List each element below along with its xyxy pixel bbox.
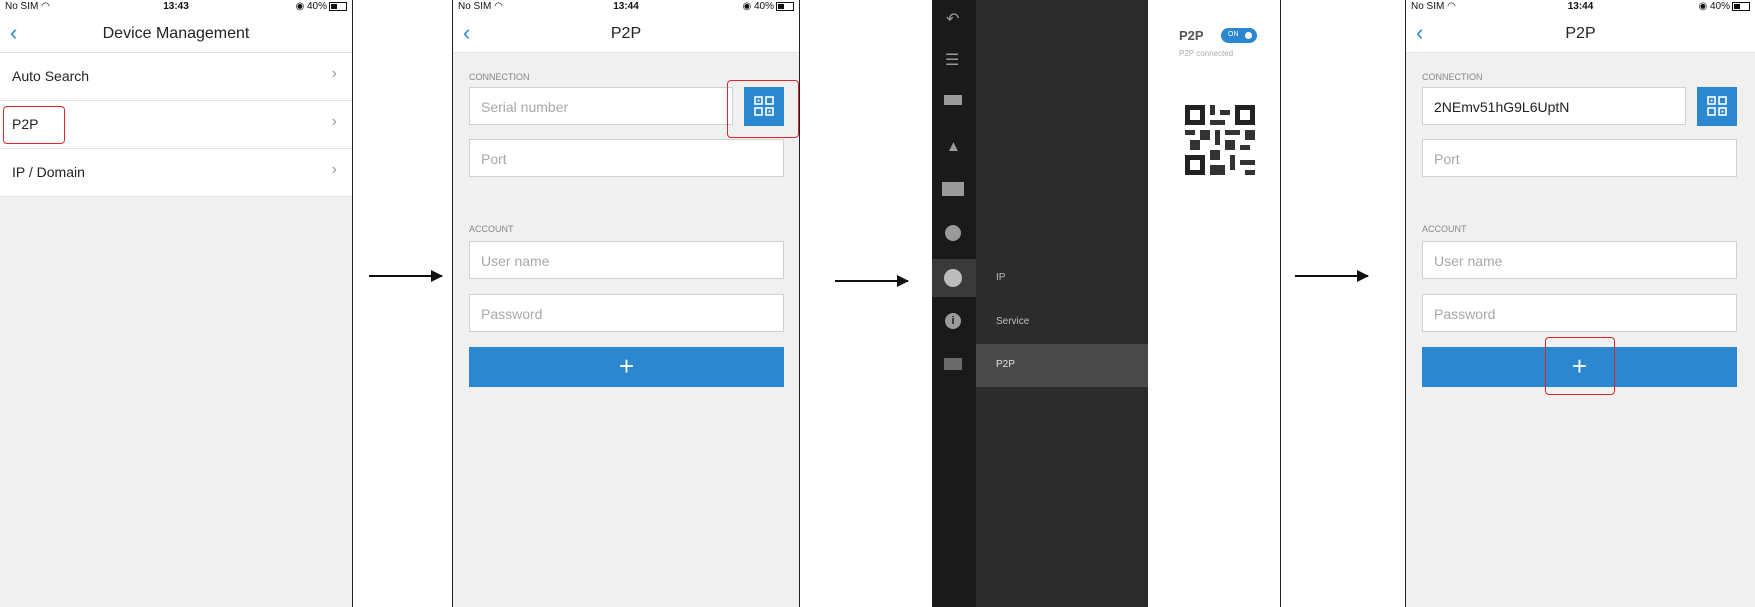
chevron-right-icon: › — [331, 65, 337, 82]
password-placeholder: Password — [481, 306, 543, 322]
password-placeholder: Password — [1434, 306, 1496, 322]
page-title: P2P — [610, 25, 642, 42]
scan-qr-button[interactable] — [1697, 87, 1737, 126]
undo-icon[interactable]: ↶ — [946, 9, 959, 29]
highlight-box-p2p — [3, 106, 65, 144]
nav-bar: ‹ P2P — [453, 16, 799, 53]
page-title: P2P — [1565, 25, 1596, 42]
list-item-ip-domain[interactable]: IP / Domain › — [0, 149, 352, 197]
qr-code-icon — [1707, 96, 1727, 116]
serial-number-field[interactable]: 2NEmv51hG9L6UptN — [1422, 87, 1686, 125]
username-placeholder: User name — [481, 253, 550, 269]
camera-icon[interactable] — [944, 95, 962, 105]
username-placeholder: User name — [1434, 253, 1503, 269]
screen-device-p2p-settings: ↶ ☰ ▲ i IP Service P2P P2P ON P2P connec… — [932, 0, 1281, 607]
toggle-knob — [1245, 32, 1252, 39]
list-item-label: IP / Domain — [12, 164, 85, 180]
chevron-right-icon: › — [331, 161, 337, 178]
orientation-lock-icon: ◉ — [295, 1, 305, 12]
highlight-box-qr — [727, 80, 799, 138]
info-icon[interactable]: i — [945, 313, 961, 329]
maintenance-icon[interactable] — [944, 358, 962, 370]
orientation-lock-icon: ◉ — [1698, 1, 1708, 12]
nav-bar: ‹ Device Management — [0, 16, 352, 53]
screen-p2p-empty: No SIM ◠ 13:44 ◉ 40% ‹ P2P CONNECTION Se… — [452, 0, 800, 607]
submenu-item-label: P2P — [996, 359, 1015, 370]
serial-number-field[interactable]: Serial number — [469, 87, 733, 125]
status-bar: No SIM ◠ 13:44 ◉ 40% — [1406, 0, 1755, 14]
port-placeholder: Port — [1434, 151, 1460, 167]
serial-number-value: 2NEmv51hG9L6UptN — [1434, 99, 1570, 115]
battery-indicator: ◉ 40% — [1698, 1, 1750, 12]
submenu-item-p2p-selected[interactable]: P2P — [976, 344, 1148, 387]
p2p-heading: P2P — [1179, 28, 1204, 43]
battery-indicator: ◉ 40% — [295, 1, 347, 12]
port-field[interactable]: Port — [469, 139, 784, 177]
p2p-qr-code-image — [1185, 105, 1255, 175]
port-field[interactable]: Port — [1422, 139, 1737, 177]
p2p-toggle[interactable]: ON — [1221, 28, 1257, 43]
highlight-box-add — [1545, 337, 1615, 395]
flow-arrow — [1295, 270, 1369, 282]
list-item-label: Auto Search — [12, 68, 90, 84]
screen-device-management: No SIM ◠ 13:43 ◉ 40% ‹ Device Management… — [0, 0, 353, 607]
form-background: CONNECTION 2NEmv51hG9L6UptN Port ACCOUNT… — [1406, 53, 1755, 607]
device-icon-sidebar: ↶ ☰ ▲ i — [932, 0, 976, 607]
username-field[interactable]: User name — [1422, 241, 1737, 279]
chevron-right-icon: › — [331, 113, 337, 130]
username-field[interactable]: User name — [469, 241, 784, 279]
submenu-item-service[interactable]: Service — [996, 316, 1029, 327]
page-title: Device Management — [102, 25, 250, 42]
battery-indicator: ◉ 40% — [742, 1, 794, 12]
flow-arrow — [369, 270, 443, 282]
nav-bar: ‹ P2P — [1406, 16, 1755, 53]
display-icon[interactable] — [942, 182, 964, 196]
section-label-connection: CONNECTION — [469, 72, 530, 82]
serial-number-placeholder: Serial number — [481, 99, 569, 115]
status-bar: No SIM ◠ 13:44 ◉ 40% — [453, 0, 799, 14]
list-icon[interactable]: ☰ — [945, 50, 959, 70]
battery-icon — [776, 1, 794, 11]
list-item-auto-search[interactable]: Auto Search › — [0, 53, 352, 101]
battery-icon — [1732, 1, 1750, 11]
section-label-connection: CONNECTION — [1422, 72, 1483, 82]
port-placeholder: Port — [481, 151, 507, 167]
orientation-lock-icon: ◉ — [742, 1, 752, 12]
network-icon — [944, 269, 962, 287]
battery-icon — [329, 1, 347, 11]
storage-icon[interactable] — [945, 225, 961, 241]
flow-arrow — [835, 275, 909, 287]
status-bar: No SIM ◠ 13:43 ◉ 40% — [0, 0, 352, 14]
password-field[interactable]: Password — [469, 294, 784, 332]
add-device-button[interactable]: + — [469, 347, 784, 387]
plus-icon: + — [618, 351, 635, 381]
section-label-account: ACCOUNT — [1422, 224, 1467, 234]
section-label-account: ACCOUNT — [469, 224, 514, 234]
screen-p2p-filled: No SIM ◠ 13:44 ◉ 40% ‹ P2P CONNECTION 2N… — [1405, 0, 1755, 607]
p2p-status-text: P2P connected — [1179, 49, 1234, 58]
submenu-item-ip[interactable]: IP — [996, 272, 1005, 283]
network-submenu: IP Service P2P — [976, 0, 1148, 607]
network-tab-active[interactable] — [932, 259, 976, 297]
toggle-label: ON — [1228, 31, 1239, 38]
alarm-bell-icon[interactable]: ▲ — [946, 138, 961, 155]
password-field[interactable]: Password — [1422, 294, 1737, 332]
